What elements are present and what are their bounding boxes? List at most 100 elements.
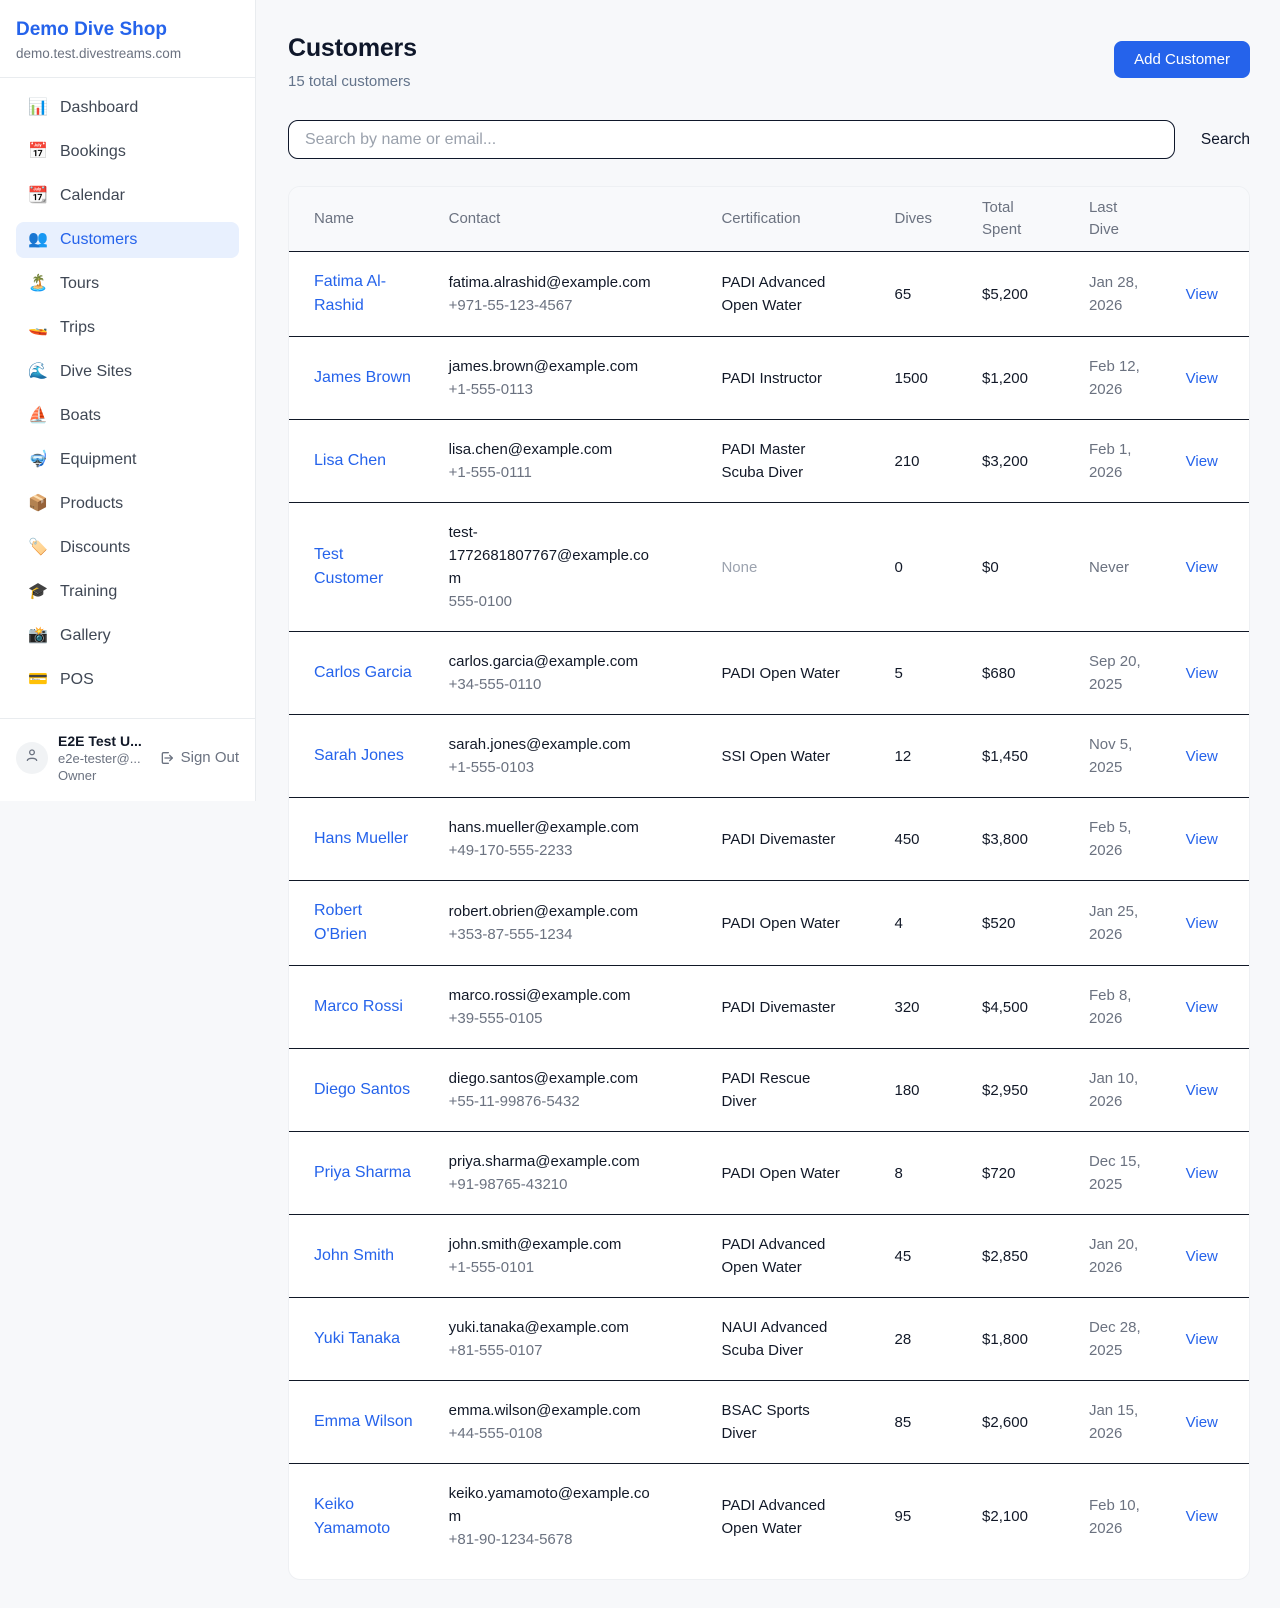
dives-count: 85: [895, 1414, 912, 1431]
sidebar-item-boats[interactable]: ⛵ Boats: [16, 398, 239, 434]
customer-email: emma.wilson@example.com: [449, 1399, 661, 1422]
dives-count: 1500: [895, 370, 928, 387]
sidebar-item-label: POS: [60, 670, 94, 690]
customer-name-link[interactable]: Emma Wilson: [314, 1410, 413, 1434]
view-customer-link[interactable]: View: [1186, 559, 1218, 576]
sidebar-item-training[interactable]: 🎓 Training: [16, 574, 239, 610]
sidebar-item-discounts[interactable]: 🏷️ Discounts: [16, 530, 239, 566]
view-customer-link[interactable]: View: [1186, 1331, 1218, 1348]
view-customer-link[interactable]: View: [1186, 748, 1218, 765]
dives-count: 0: [895, 559, 903, 576]
customer-name-link[interactable]: Robert O'Brien: [314, 899, 414, 947]
bookings-icon: 📅: [28, 142, 48, 162]
customer-name-link[interactable]: James Brown: [314, 366, 411, 390]
view-customer-link[interactable]: View: [1186, 1508, 1218, 1525]
view-customer-link[interactable]: View: [1186, 370, 1218, 387]
view-customer-link[interactable]: View: [1186, 1082, 1218, 1099]
last-dive-date: Jan 20, 2026: [1089, 1233, 1147, 1279]
main-content: Customers 15 total customers Add Custome…: [256, 0, 1280, 1608]
add-customer-button[interactable]: Add Customer: [1114, 41, 1250, 78]
last-dive-date: Sep 20, 2025: [1089, 650, 1147, 696]
view-customer-link[interactable]: View: [1186, 1165, 1218, 1182]
customers-icon: 👥: [28, 230, 48, 250]
table-row: Yuki Tanaka yuki.tanaka@example.com +81-…: [289, 1298, 1249, 1381]
view-customer-link[interactable]: View: [1186, 999, 1218, 1016]
shop-domain: demo.test.divestreams.com: [16, 46, 239, 61]
customer-name-link[interactable]: John Smith: [314, 1244, 394, 1268]
sidebar-item-pos[interactable]: 💳 POS: [16, 662, 239, 698]
customers-table-card: NameContactCertificationDivesTotal Spent…: [288, 186, 1250, 1580]
customer-email: fatima.alrashid@example.com: [449, 271, 661, 294]
sidebar-item-equipment[interactable]: 🤿 Equipment: [16, 442, 239, 478]
dives-count: 28: [895, 1331, 912, 1348]
sidebar-item-dive-sites[interactable]: 🌊 Dive Sites: [16, 354, 239, 390]
customer-name-link[interactable]: Fatima Al-Rashid: [314, 270, 414, 318]
customer-name-link[interactable]: Priya Sharma: [314, 1161, 411, 1185]
view-customer-link[interactable]: View: [1186, 1414, 1218, 1431]
view-customer-link[interactable]: View: [1186, 665, 1218, 682]
customer-phone: +1-555-0101: [449, 1256, 698, 1279]
equipment-icon: 🤿: [28, 450, 48, 470]
last-dive-date: Jan 25, 2026: [1089, 900, 1147, 946]
search-input[interactable]: [288, 120, 1175, 159]
page-title: Customers: [288, 34, 417, 63]
sidebar-item-tours[interactable]: 🏝️ Tours: [16, 266, 239, 302]
view-customer-link[interactable]: View: [1186, 1248, 1218, 1265]
sidebar-item-dashboard[interactable]: 📊 Dashboard: [16, 90, 239, 126]
last-dive-date: Dec 28, 2025: [1089, 1316, 1147, 1362]
customer-name-link[interactable]: Sarah Jones: [314, 744, 404, 768]
dives-count: 95: [895, 1508, 912, 1525]
customer-name-link[interactable]: Yuki Tanaka: [314, 1327, 400, 1351]
customer-name-link[interactable]: Carlos Garcia: [314, 661, 412, 685]
total-spent: $1,200: [982, 370, 1028, 387]
customer-phone: +39-555-0105: [449, 1007, 698, 1030]
last-dive-date: Nov 5, 2025: [1089, 733, 1147, 779]
table-row: Keiko Yamamoto keiko.yamamoto@example.co…: [289, 1464, 1249, 1570]
customer-name-link[interactable]: Test Customer: [314, 543, 414, 591]
total-spent: $2,600: [982, 1414, 1028, 1431]
column-header-name: Name: [289, 187, 437, 252]
boats-icon: ⛵: [28, 406, 48, 426]
sidebar-item-products[interactable]: 📦 Products: [16, 486, 239, 522]
view-customer-link[interactable]: View: [1186, 286, 1218, 303]
table-row: Diego Santos diego.santos@example.com +5…: [289, 1049, 1249, 1132]
sidebar-item-customers[interactable]: 👥 Customers: [16, 222, 239, 258]
column-header-contact: Contact: [437, 187, 710, 252]
customer-email: hans.mueller@example.com: [449, 816, 661, 839]
last-dive-date: Jan 10, 2026: [1089, 1067, 1147, 1113]
dives-count: 65: [895, 286, 912, 303]
customer-email: priya.sharma@example.com: [449, 1150, 661, 1173]
last-dive-date: Feb 8, 2026: [1089, 984, 1147, 1030]
sidebar-item-calendar[interactable]: 📆 Calendar: [16, 178, 239, 214]
customer-email: carlos.garcia@example.com: [449, 650, 661, 673]
person-icon: [24, 747, 40, 768]
search-button[interactable]: Search: [1175, 123, 1250, 157]
view-customer-link[interactable]: View: [1186, 453, 1218, 470]
sign-out-label: Sign Out: [181, 749, 239, 766]
sidebar-item-label: Gallery: [60, 626, 111, 646]
view-customer-link[interactable]: View: [1186, 915, 1218, 932]
customers-table: NameContactCertificationDivesTotal Spent…: [289, 187, 1249, 1569]
customer-name-link[interactable]: Marco Rossi: [314, 995, 403, 1019]
customer-name-link[interactable]: Hans Mueller: [314, 827, 408, 851]
sidebar-item-bookings[interactable]: 📅 Bookings: [16, 134, 239, 170]
last-dive-date: Jan 15, 2026: [1089, 1399, 1147, 1445]
sign-out-button[interactable]: Sign Out: [159, 749, 239, 766]
products-icon: 📦: [28, 494, 48, 514]
certification-label: PADI Open Water: [721, 662, 839, 685]
certification-label: PADI Open Water: [721, 1162, 839, 1185]
certification-label: BSAC Sports Diver: [721, 1399, 843, 1445]
view-customer-link[interactable]: View: [1186, 831, 1218, 848]
sidebar-item-label: Training: [60, 582, 117, 602]
sidebar-item-trips[interactable]: 🚤 Trips: [16, 310, 239, 346]
table-row: Lisa Chen lisa.chen@example.com +1-555-0…: [289, 420, 1249, 503]
last-dive-date: Dec 15, 2025: [1089, 1150, 1147, 1196]
customer-name-link[interactable]: Lisa Chen: [314, 449, 386, 473]
total-spent: $4,500: [982, 999, 1028, 1016]
customer-name-link[interactable]: Diego Santos: [314, 1078, 410, 1102]
total-spent: $3,800: [982, 831, 1028, 848]
customer-phone: +1-555-0103: [449, 756, 698, 779]
customer-name-link[interactable]: Keiko Yamamoto: [314, 1493, 414, 1541]
sidebar-item-gallery[interactable]: 📸 Gallery: [16, 618, 239, 654]
sidebar-item-label: Equipment: [60, 450, 137, 470]
